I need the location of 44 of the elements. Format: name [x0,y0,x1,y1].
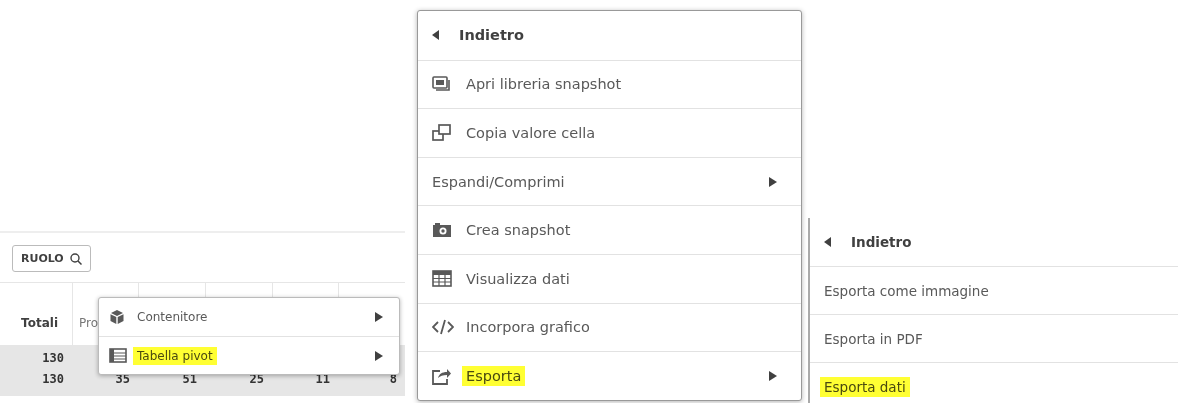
table-icon [109,348,127,363]
submenu-arrow-icon [375,350,383,361]
back-arrow-icon [432,30,439,41]
menu-item[interactable]: Incorpora grafico [418,302,801,352]
table-cell-text: 130 [41,350,65,367]
copy-icon [432,124,452,142]
menu-item[interactable]: Contenitore [99,298,399,336]
menu-item-label: Esporta [462,365,526,386]
menu-item[interactable]: Visualizza dati [418,253,801,303]
menu-item[interactable]: Copia valore cella [418,108,801,157]
menu-item[interactable]: Esporta dati [810,362,1178,403]
menu-item-label: Esporta dati [820,376,910,397]
menu-item[interactable]: Esporta [418,351,801,400]
snapshot-library-icon [432,75,450,94]
menu-item-label: Esporta in PDF [823,329,924,349]
menu-item-label: Copia valore cella [465,124,597,143]
search-icon [69,252,82,265]
menu-item[interactable]: Esporta in PDF [810,314,1178,362]
menu-item-label: Visualizza dati [465,269,571,289]
menu-item-label: Esporta come immagine [823,281,990,301]
camera-icon [432,222,452,239]
table-cell-text: 130 [41,371,65,388]
cube-icon [109,309,125,325]
menu-item[interactable]: Apri libreria snapshot [418,59,801,109]
back-button[interactable]: Indietro [418,11,801,60]
menu-item-label: Tabella pivot [133,346,217,365]
menu-item[interactable]: Tabella pivot [99,336,399,374]
submenu-arrow-icon [769,370,777,381]
menu-item-label: Incorpora grafico [465,318,591,338]
search-button[interactable]: RUOLO [12,245,91,272]
menu-item-label: Contenitore [136,309,209,326]
menu-item[interactable]: Esporta come immagine [810,266,1178,314]
submenu-arrow-icon [769,176,777,187]
back-button[interactable]: Indietro [810,218,1178,266]
menu-item[interactable]: Crea snapshot [418,205,801,254]
back-arrow-icon [824,237,831,247]
submenu-arrow-icon [375,312,383,322]
column-header[interactable]: Totali [0,283,72,345]
code-icon [432,319,454,336]
menu-item-label: Apri libreria snapshot [465,75,623,95]
menu-item-label: Espandi/Comprimi [431,172,566,192]
table-icon [432,270,452,288]
menu-item-label: Crea snapshot [465,221,572,241]
menu-item[interactable]: Espandi/Comprimi [418,156,801,206]
